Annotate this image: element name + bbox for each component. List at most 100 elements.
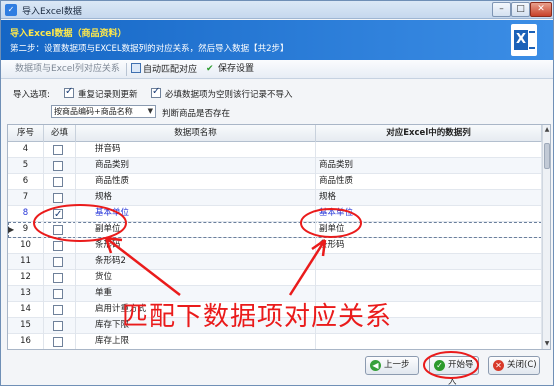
mapped-column[interactable]: 商品类别 (316, 158, 542, 174)
scroll-thumb[interactable] (544, 143, 550, 169)
field-name: 库存上限 (76, 334, 316, 349)
required-checkbox[interactable] (53, 145, 63, 155)
table-row[interactable]: 4 拼音码 (8, 142, 542, 158)
field-name: 规格 (76, 190, 316, 206)
save-settings-label: 保存设置 (218, 64, 255, 74)
required-checkbox[interactable] (53, 305, 63, 315)
required-checkbox[interactable] (53, 321, 63, 331)
required-checkbox[interactable] (53, 225, 63, 235)
close-icon: ✕ (493, 360, 504, 371)
table-row[interactable]: 5 商品类别 商品类别 (8, 158, 542, 174)
skip-empty-required-label: 必填数据项为空则该行记录不导入 (165, 90, 293, 100)
table-row[interactable]: 7 规格 规格 (8, 190, 542, 206)
table-row[interactable]: 16 库存上限 (8, 334, 542, 349)
mapped-column[interactable] (316, 270, 542, 286)
window-title: 导入Excel数据 (22, 7, 82, 17)
required-checkbox[interactable] (53, 193, 63, 203)
table-row[interactable]: 10 条形码 条形码 (8, 238, 542, 254)
save-settings-button[interactable]: ✔ 保存设置 (206, 63, 254, 77)
required-checkbox[interactable] (53, 161, 63, 171)
prev-step-button[interactable]: ◀ 上一步 (365, 356, 419, 375)
mapped-column[interactable]: 条形码 (316, 238, 542, 254)
required-cell (44, 334, 76, 349)
auto-match-icon (131, 63, 141, 73)
mapped-column[interactable] (316, 142, 542, 158)
mapped-column[interactable]: 基本单位 (316, 206, 542, 222)
row-number: 11 (8, 254, 44, 270)
title-bar: ✓ 导入Excel数据 – □ ✕ (1, 1, 553, 19)
import-options-label: 导入选项: (13, 90, 50, 100)
field-name: 条形码2 (76, 254, 316, 270)
overwrite-duplicates-checkbox[interactable] (64, 86, 74, 98)
skip-empty-required-checkbox[interactable] (151, 86, 161, 98)
required-cell (44, 174, 76, 190)
required-checkbox[interactable] (53, 273, 63, 283)
row-number: 14 (8, 302, 44, 318)
mapped-column[interactable] (316, 334, 542, 349)
row-number: 5 (8, 158, 44, 174)
scroll-up-icon[interactable]: ▲ (543, 125, 550, 135)
row-number: 6 (8, 174, 44, 190)
header-no[interactable]: 序号 (8, 125, 44, 142)
field-name: 商品性质 (76, 174, 316, 190)
start-import-button[interactable]: ✓ 开始导入 (429, 356, 479, 385)
required-cell (44, 270, 76, 286)
overwrite-duplicates-label: 重复记录则更新 (78, 90, 138, 100)
field-name: 条形码 (76, 238, 316, 254)
mapped-column[interactable]: 副单位 (316, 222, 542, 238)
row-number: 16 (8, 334, 44, 349)
duplicate-key-value: 按商品编码+商品名称 (54, 107, 133, 116)
header-name[interactable]: 数据项名称 (76, 125, 316, 142)
mapped-column[interactable]: 规格 (316, 190, 542, 206)
minimize-button[interactable]: – (492, 2, 511, 17)
required-checkbox[interactable] (53, 177, 63, 187)
header-mapped[interactable]: 对应Excel中的数据列 (316, 125, 542, 142)
checkmark-icon: ✔ (206, 64, 214, 74)
table-row[interactable]: 12 货位 (8, 270, 542, 286)
table-row[interactable]: ▶ 9 副单位 副单位 (8, 222, 542, 238)
annotation-text: 匹配下数据项对应关系 (122, 302, 393, 332)
checkmark-icon: ✓ (434, 360, 445, 371)
close-window-button[interactable]: ✕ (530, 2, 552, 17)
header-required[interactable]: 必填 (44, 125, 76, 142)
required-checkbox[interactable] (53, 257, 63, 267)
field-name: 副单位 (76, 222, 316, 238)
row-number: 15 (8, 318, 44, 334)
auto-match-label: 自动匹配对应 (143, 65, 198, 75)
row-number: 12 (8, 270, 44, 286)
mapped-column[interactable]: 商品性质 (316, 174, 542, 190)
toolbar-divider (126, 63, 127, 76)
app-icon: ✓ (5, 4, 17, 16)
required-cell (44, 254, 76, 270)
required-cell (44, 190, 76, 206)
vertical-scrollbar[interactable]: ▲ ▼ (542, 125, 550, 349)
close-button[interactable]: ✕ 关闭(C) (488, 356, 540, 375)
mapped-column[interactable] (316, 254, 542, 270)
required-checkbox[interactable] (53, 289, 63, 299)
row-number: 13 (8, 286, 44, 302)
banner-title: 导入Excel数据（商品资料） (10, 29, 127, 39)
close-label: 关闭(C) (507, 360, 537, 370)
excel-icon: X (511, 24, 537, 56)
auto-match-button[interactable]: 自动匹配对应 (131, 63, 197, 77)
scroll-down-icon[interactable]: ▼ (543, 339, 550, 349)
table-row[interactable]: 8 基本单位基本单位 (8, 206, 542, 222)
row-number: 10 (8, 238, 44, 254)
row-number: 7 (8, 190, 44, 206)
tab-mapping[interactable]: 数据项与Excel列对应关系 (15, 63, 120, 77)
toolbar: 数据项与Excel列对应关系 自动匹配对应 ✔ 保存设置 (1, 60, 553, 79)
maximize-button[interactable]: □ (511, 2, 530, 17)
required-cell (44, 302, 76, 318)
required-checkbox[interactable] (53, 207, 63, 222)
wizard-banner: 导入Excel数据（商品资料） 第二步：设置数据项与EXCEL数据列的对应关系，… (1, 20, 553, 60)
duplicate-key-hint: 判断商品是否存在 (162, 109, 231, 119)
required-cell (44, 158, 76, 174)
required-checkbox[interactable] (53, 337, 63, 347)
row-number: 4 (8, 142, 44, 158)
required-checkbox[interactable] (53, 241, 63, 251)
duplicate-key-select[interactable]: 按商品编码+商品名称 ▼ (51, 105, 156, 118)
required-cell (44, 142, 76, 158)
table-row[interactable]: 11 条形码2 (8, 254, 542, 270)
table-row[interactable]: 6 商品性质 商品性质 (8, 174, 542, 190)
row-number: 9 (8, 222, 44, 238)
